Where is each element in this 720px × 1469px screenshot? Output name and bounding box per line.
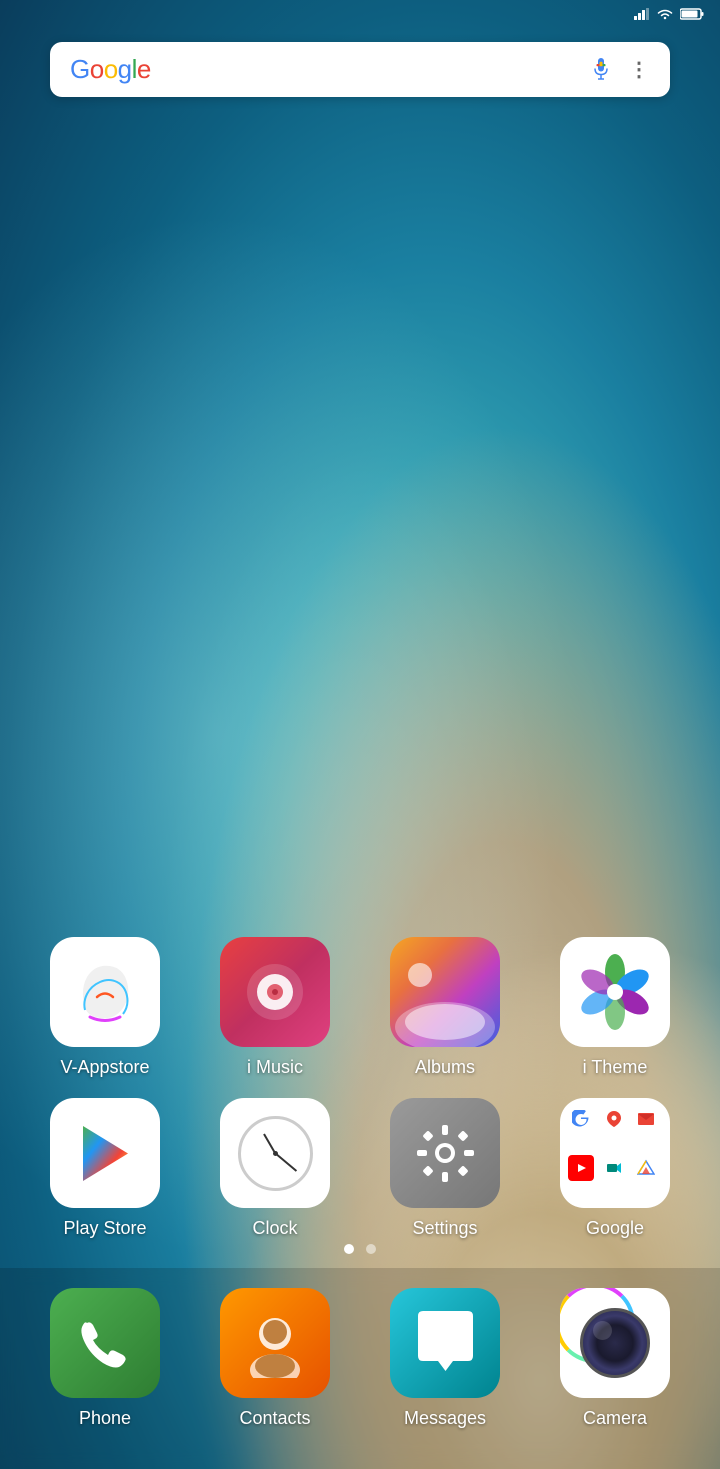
contacts-icon <box>220 1288 330 1398</box>
imusic-label: i Music <box>247 1057 303 1078</box>
clock-icon <box>220 1098 330 1208</box>
page-dot-1[interactable] <box>344 1244 354 1254</box>
app-item-phone[interactable]: Phone <box>35 1288 175 1429</box>
more-options-button[interactable]: ⋮ <box>629 60 650 80</box>
messages-label: Messages <box>404 1408 486 1429</box>
page-indicators <box>0 1244 720 1254</box>
phone-label: Phone <box>79 1408 131 1429</box>
app-item-messages[interactable]: Messages <box>375 1288 515 1429</box>
playstore-label: Play Store <box>63 1218 146 1239</box>
camera-icon <box>560 1288 670 1398</box>
app-item-imusic[interactable]: i Music <box>200 937 350 1078</box>
vappstore-label: V-Appstore <box>60 1057 149 1078</box>
page-dot-2[interactable] <box>366 1244 376 1254</box>
itheme-label: i Theme <box>583 1057 648 1078</box>
settings-icon <box>390 1098 500 1208</box>
app-item-settings[interactable]: Settings <box>370 1098 520 1239</box>
app-item-google[interactable]: Google <box>540 1098 690 1239</box>
app-item-itheme[interactable]: i Theme <box>540 937 690 1078</box>
battery-icon <box>680 8 704 20</box>
app-item-albums[interactable]: Albums <box>370 937 520 1078</box>
wifi-icon <box>656 8 674 20</box>
mic-button[interactable] <box>589 55 613 85</box>
app-item-vappstore[interactable]: V-Appstore <box>30 937 180 1078</box>
status-icons <box>634 8 704 20</box>
search-bar[interactable]: Google ⋮ <box>50 42 670 97</box>
app-grid: V-Appstore i Music <box>0 937 720 1259</box>
app-item-camera[interactable]: Camera <box>545 1288 685 1429</box>
imusic-icon <box>220 937 330 1047</box>
google-folder-icon <box>560 1098 670 1208</box>
camera-label: Camera <box>583 1408 647 1429</box>
app-row-1: V-Appstore i Music <box>20 937 700 1078</box>
google-logo: Google <box>70 54 151 85</box>
app-item-clock[interactable]: Clock <box>200 1098 350 1239</box>
phone-icon <box>50 1288 160 1398</box>
itheme-icon <box>560 937 670 1047</box>
status-bar <box>0 0 720 24</box>
albums-label: Albums <box>415 1057 475 1078</box>
search-bar-container: Google ⋮ <box>0 32 720 107</box>
playstore-icon <box>50 1098 160 1208</box>
contacts-label: Contacts <box>239 1408 310 1429</box>
app-item-contacts[interactable]: Contacts <box>205 1288 345 1429</box>
albums-icon <box>390 937 500 1047</box>
app-row-2: Play Store Clock <box>20 1098 700 1239</box>
clock-label: Clock <box>252 1218 297 1239</box>
search-icons: ⋮ <box>589 55 650 85</box>
dock: Phone Contacts Messages <box>0 1268 720 1469</box>
google-folder-label: Google <box>586 1218 644 1239</box>
settings-label: Settings <box>412 1218 477 1239</box>
vappstore-icon <box>50 937 160 1047</box>
signal-icon <box>634 8 650 20</box>
app-item-playstore[interactable]: Play Store <box>30 1098 180 1239</box>
messages-icon <box>390 1288 500 1398</box>
